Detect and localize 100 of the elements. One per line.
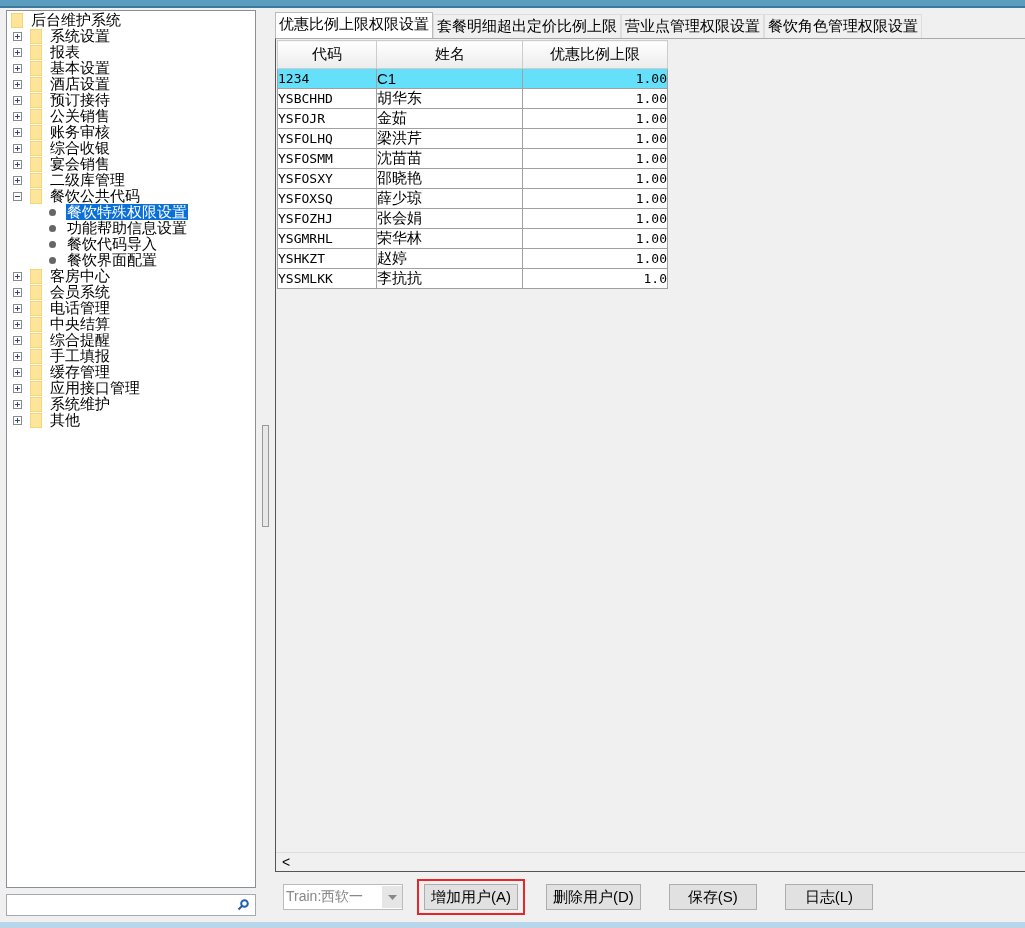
table-row[interactable]: YSGMRHL 荣华林 1.00	[277, 228, 668, 249]
table-row[interactable]: YSBCHHD 胡华东 1.00	[277, 88, 668, 109]
folder-icon	[30, 188, 42, 204]
bullet-icon	[49, 240, 56, 248]
collapse-icon[interactable]	[13, 191, 22, 201]
table-row[interactable]: 1234 C1 1.00	[277, 68, 668, 89]
tab[interactable]: 餐饮角色管理权限设置	[764, 14, 922, 38]
expand-icon[interactable]	[13, 303, 22, 313]
expand-icon[interactable]	[13, 47, 22, 57]
tree-item[interactable]: 会员系统	[49, 284, 111, 300]
table-row[interactable]: YSFOXSQ 薛少琼 1.00	[277, 188, 668, 209]
tree-item[interactable]: 后台维护系统	[30, 12, 122, 28]
tree-item[interactable]: 餐饮公共代码	[49, 188, 141, 204]
tree-item[interactable]: 手工填报	[49, 348, 111, 364]
splitter-handle[interactable]	[262, 425, 269, 527]
folder-icon	[30, 348, 42, 364]
tab[interactable]: 套餐明细超出定价比例上限	[433, 14, 621, 38]
tree-item[interactable]: 二级库管理	[49, 172, 126, 188]
tab[interactable]: 营业点管理权限设置	[621, 14, 764, 38]
folder-icon	[11, 12, 23, 28]
column-header[interactable]: 代码	[277, 40, 377, 69]
tree-item[interactable]: 预订接待	[49, 92, 111, 108]
tree-item[interactable]: 综合收银	[49, 140, 111, 156]
tree-item[interactable]: 餐饮代码导入	[66, 236, 158, 252]
folder-icon	[30, 140, 42, 156]
expand-icon[interactable]	[13, 175, 22, 185]
expand-icon[interactable]	[13, 415, 22, 425]
tree-item[interactable]: 中央结算	[49, 316, 111, 332]
folder-icon	[30, 332, 42, 348]
expand-icon[interactable]	[13, 351, 22, 361]
folder-icon	[30, 396, 42, 412]
folder-icon	[30, 268, 42, 284]
tree-item[interactable]: 基本设置	[49, 60, 111, 76]
expand-icon[interactable]	[13, 383, 22, 393]
expand-icon[interactable]	[13, 271, 22, 281]
expand-icon[interactable]	[13, 287, 22, 297]
tree-item[interactable]: 电话管理	[49, 300, 111, 316]
tree-item[interactable]: 其他	[49, 412, 81, 428]
tree-item[interactable]: 客房中心	[49, 268, 111, 284]
tree-item[interactable]: 宴会销售	[49, 156, 111, 172]
column-header[interactable]: 姓名	[376, 40, 523, 69]
table-row[interactable]: YSFOZHJ 张会娟 1.00	[277, 208, 668, 229]
table-row[interactable]: YSFOJR 金茹 1.00	[277, 108, 668, 129]
button[interactable]: 增加用户(A)	[424, 884, 518, 910]
tree-item[interactable]: 缓存管理	[49, 364, 111, 380]
table-row[interactable]: YSSMLKK 李抗抗 1.0	[277, 268, 668, 289]
expand-icon[interactable]	[13, 335, 22, 345]
tree-item[interactable]: 公关销售	[49, 108, 111, 124]
folder-icon	[30, 300, 42, 316]
folder-icon	[30, 124, 42, 140]
folder-icon	[30, 284, 42, 300]
tree-item[interactable]: 餐饮特殊权限设置	[66, 204, 188, 220]
folder-icon	[30, 156, 42, 172]
column-header[interactable]: 优惠比例上限	[522, 40, 668, 69]
folder-icon	[30, 364, 42, 380]
tree-item[interactable]: 综合提醒	[49, 332, 111, 348]
folder-icon	[30, 76, 42, 92]
search-field[interactable]	[6, 894, 256, 916]
folder-icon	[30, 28, 42, 44]
tree-item[interactable]: 系统设置	[49, 28, 111, 44]
table-row[interactable]: YSHKZT 赵婷 1.00	[277, 248, 668, 269]
table-row[interactable]: YSFOSXY 邵晓艳 1.00	[277, 168, 668, 189]
folder-icon	[30, 108, 42, 124]
folder-icon	[30, 412, 42, 428]
expand-icon[interactable]	[13, 63, 22, 73]
folder-icon	[30, 92, 42, 108]
expand-icon[interactable]	[13, 319, 22, 329]
table-row[interactable]: YSFOSMM 沈苗苗 1.00	[277, 148, 668, 169]
folder-icon	[30, 44, 42, 60]
folder-icon	[30, 316, 42, 332]
button[interactable]: 日志(L)	[784, 884, 873, 910]
button[interactable]: 保存(S)	[668, 884, 757, 910]
bullet-icon	[49, 224, 56, 232]
tree-item[interactable]: 账务审核	[49, 124, 111, 140]
scroll-left-arrow[interactable]: <	[282, 854, 291, 870]
expand-icon[interactable]	[13, 143, 22, 153]
expand-icon[interactable]	[13, 127, 22, 137]
expand-icon[interactable]	[13, 159, 22, 169]
table-row[interactable]: YSFOLHQ 梁洪芹 1.00	[277, 128, 668, 149]
expand-icon[interactable]	[13, 31, 22, 41]
expand-icon[interactable]	[13, 367, 22, 377]
button[interactable]: 删除用户(D)	[546, 884, 641, 910]
tree-item[interactable]: 报表	[49, 44, 81, 60]
folder-icon	[30, 380, 42, 396]
tree-item[interactable]: 酒店设置	[49, 76, 111, 92]
bullet-icon	[49, 256, 56, 264]
folder-icon	[30, 60, 42, 76]
expand-icon[interactable]	[13, 111, 22, 121]
tab[interactable]: 优惠比例上限权限设置	[275, 12, 433, 38]
expand-icon[interactable]	[13, 79, 22, 89]
expand-icon[interactable]	[13, 399, 22, 409]
bullet-icon	[49, 208, 56, 216]
tree-item[interactable]: 功能帮助信息设置	[66, 220, 188, 236]
tree-item[interactable]: 系统维护	[49, 396, 111, 412]
tree-item[interactable]: 餐饮界面配置	[66, 252, 158, 268]
tree-item[interactable]: 应用接口管理	[49, 380, 141, 396]
expand-icon[interactable]	[13, 95, 22, 105]
dropdown-arrow-icon	[387, 894, 397, 900]
folder-icon	[30, 172, 42, 188]
search-icon[interactable]	[237, 899, 249, 911]
